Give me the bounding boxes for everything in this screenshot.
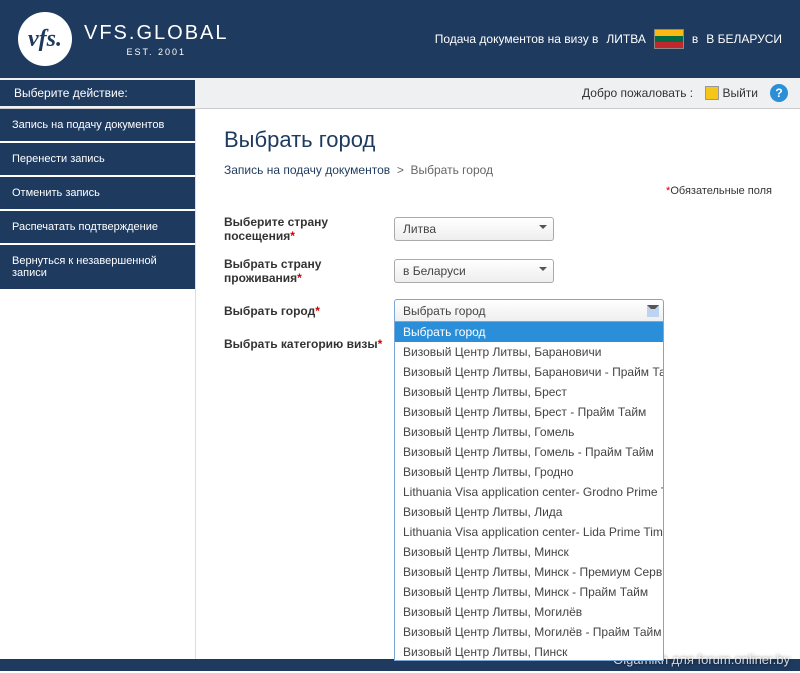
label-visa-category: Выбрать категорию визы*	[224, 337, 394, 351]
city-option[interactable]: Выбрать город	[395, 322, 663, 342]
header-sep: в	[692, 32, 698, 46]
sidebar-item-schedule[interactable]: Запись на подачу документов	[0, 109, 195, 141]
city-option[interactable]: Визовый Центр Литвы, Брест	[395, 382, 663, 402]
header-country-visit: ЛИТВА	[606, 32, 645, 46]
city-option[interactable]: Визовый Центр Литвы, Пинск	[395, 642, 663, 661]
breadcrumb-current: Выбрать город	[411, 163, 494, 177]
breadcrumb: Запись на подачу документов > Выбрать го…	[224, 163, 772, 177]
label-country-residence: Выбрать страну проживания*	[224, 257, 394, 285]
welcome-text: Добро пожаловать :	[582, 86, 693, 100]
city-option[interactable]: Визовый Центр Литвы, Минск	[395, 542, 663, 562]
main-content: Выбрать город Запись на подачу документо…	[195, 109, 800, 659]
label-country-visit: Выберите страну посещения*	[224, 215, 394, 243]
city-option[interactable]: Визовый Центр Литвы, Минск - Прайм Тайм	[395, 582, 663, 602]
topbar-title: Выберите действие:	[0, 80, 195, 106]
city-option[interactable]: Визовый Центр Литвы, Минск - Премиум Сер…	[395, 562, 663, 582]
required-note: *Обязательные поля	[224, 185, 772, 197]
city-option[interactable]: Lithuania Visa application center- Lida …	[395, 522, 663, 542]
logo-icon: vfs.	[18, 12, 72, 66]
city-option[interactable]: Визовый Центр Литвы, Барановичи - Прайм …	[395, 362, 663, 382]
sidebar-item-print[interactable]: Распечатать подтверждение	[0, 211, 195, 243]
city-option[interactable]: Визовый Центр Литвы, Лида	[395, 502, 663, 522]
help-icon[interactable]: ?	[770, 84, 788, 102]
logout-icon	[705, 86, 719, 100]
city-option[interactable]: Визовый Центр Литвы, Барановичи	[395, 342, 663, 362]
city-option[interactable]: Визовый Центр Литвы, Могилёв	[395, 602, 663, 622]
select-country-residence[interactable]: в Беларуси	[394, 259, 554, 283]
label-city: Выбрать город*	[224, 304, 394, 318]
header: vfs. VFS.GLOBAL EST. 2001 Подача докумен…	[0, 0, 800, 78]
logout-link[interactable]: Выйти	[705, 86, 758, 101]
select-city[interactable]: Выбрать город	[394, 299, 664, 323]
header-right: Подача документов на визу в ЛИТВА в В БЕ…	[435, 29, 782, 49]
logo-text: VFS.GLOBAL	[84, 22, 229, 45]
sidebar-item-resume[interactable]: Вернуться к незавершенной записи	[0, 245, 195, 289]
logo-subtext: EST. 2001	[84, 47, 229, 57]
page-title: Выбрать город	[224, 127, 772, 153]
city-option[interactable]: Визовый Центр Литвы, Могилёв - Прайм Тай…	[395, 622, 663, 642]
sidebar: Запись на подачу документов Перенести за…	[0, 109, 195, 659]
sidebar-item-cancel[interactable]: Отменить запись	[0, 177, 195, 209]
logo[interactable]: vfs. VFS.GLOBAL EST. 2001	[18, 12, 229, 66]
logout-label: Выйти	[722, 86, 758, 100]
city-option[interactable]: Визовый Центр Литвы, Брест - Прайм Тайм	[395, 402, 663, 422]
city-dropdown[interactable]: Выбрать городВизовый Центр Литвы, Барано…	[394, 321, 664, 661]
city-option[interactable]: Визовый Центр Литвы, Гомель	[395, 422, 663, 442]
header-prefix: Подача документов на визу в	[435, 32, 599, 46]
city-option[interactable]: Визовый Центр Литвы, Гродно	[395, 462, 663, 482]
flag-lithuania-icon	[654, 29, 684, 49]
topbar: Выберите действие: Добро пожаловать : Вы…	[0, 78, 800, 109]
sidebar-item-reschedule[interactable]: Перенести запись	[0, 143, 195, 175]
header-country-residence: В БЕЛАРУСИ	[706, 32, 782, 46]
breadcrumb-link[interactable]: Запись на подачу документов	[224, 163, 390, 177]
city-option[interactable]: Lithuania Visa application center- Grodn…	[395, 482, 663, 502]
city-option[interactable]: Визовый Центр Литвы, Гомель - Прайм Тайм	[395, 442, 663, 462]
breadcrumb-sep: >	[397, 163, 404, 177]
select-country-visit[interactable]: Литва	[394, 217, 554, 241]
